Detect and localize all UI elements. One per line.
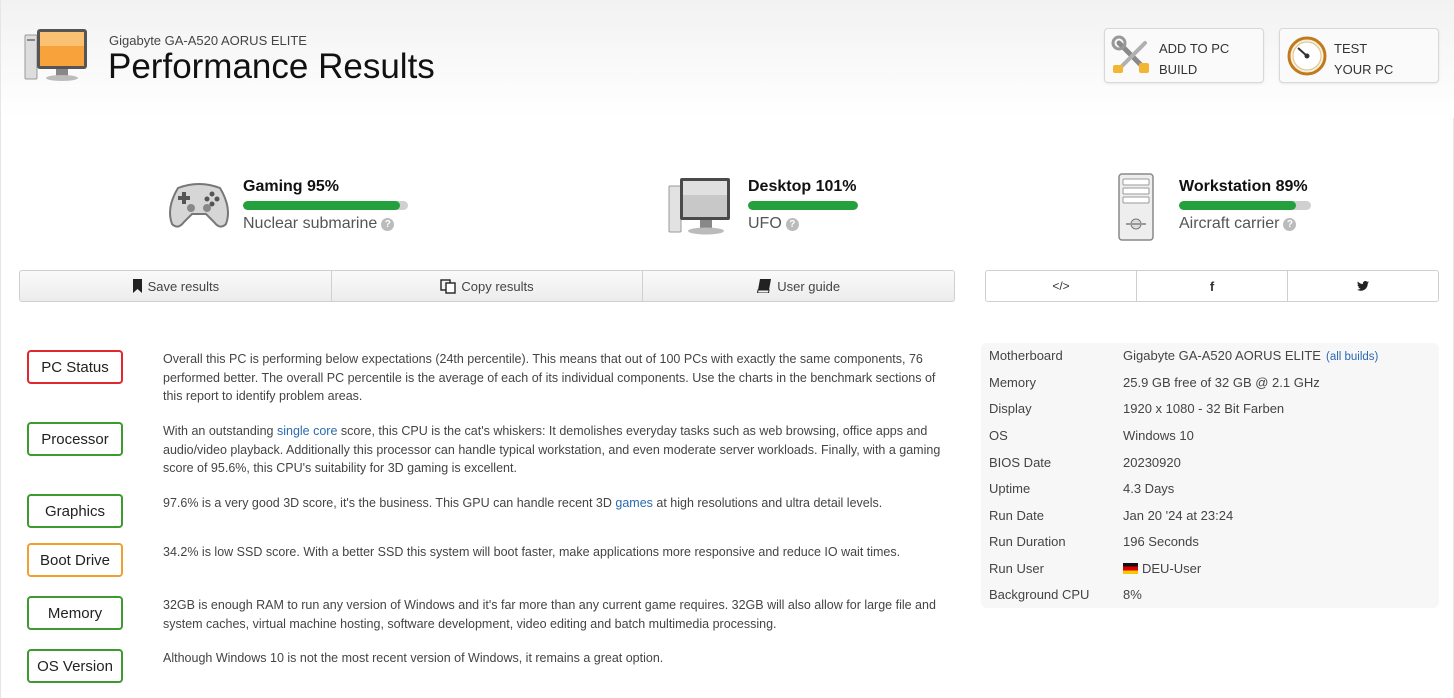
tools-icon bbox=[1111, 35, 1149, 73]
desktop-score-label: Desktop 101% bbox=[748, 178, 857, 195]
processor-text-before: With an outstanding bbox=[163, 424, 277, 438]
desktop-score-desc-text: UFO bbox=[748, 215, 782, 232]
gaming-score: Gaming 95% Nuclear submarine? bbox=[164, 170, 424, 240]
desktop-score-bar bbox=[748, 201, 858, 210]
page: Gigabyte GA-A520 AORUS ELITE Performance… bbox=[0, 0, 1454, 698]
workstation-score-label: Workstation 89% bbox=[1179, 178, 1308, 195]
os-version-badge[interactable]: OS Version bbox=[27, 649, 123, 683]
spec-value: 1920 x 1080 - 32 Bit Farben bbox=[1123, 401, 1285, 416]
embed-code-icon: </> bbox=[1052, 279, 1070, 293]
user-guide-label: User guide bbox=[777, 278, 841, 294]
spec-value: DEU-User bbox=[1142, 561, 1202, 576]
spec-value: 8% bbox=[1123, 587, 1142, 602]
spec-value: 4.3 Days bbox=[1123, 481, 1175, 496]
spec-key: Run User bbox=[989, 561, 1044, 576]
spec-value: 20230920 bbox=[1123, 455, 1181, 470]
system-specs-panel: Motherboard Gigabyte GA-A520 AORUS ELITE… bbox=[981, 343, 1439, 608]
single-core-link[interactable]: single core bbox=[277, 424, 337, 438]
facebook-share-button[interactable]: f bbox=[1137, 271, 1288, 301]
desktop-score: Desktop 101% UFO? bbox=[668, 170, 888, 240]
os-version-text: Although Windows 10 is not the most rece… bbox=[163, 651, 664, 665]
gaming-score-bar-fill bbox=[243, 201, 400, 210]
graphics-text-before: 97.6% is a very good 3D score, it's the … bbox=[163, 496, 616, 510]
de-flag-icon bbox=[1123, 563, 1138, 574]
graphics-text-after: at high resolutions and ultra detail lev… bbox=[652, 496, 883, 510]
workstation-score-bar bbox=[1179, 201, 1311, 210]
workstation-score-desc: Aircraft carrier? bbox=[1179, 215, 1297, 233]
spec-key: Display bbox=[989, 401, 1032, 416]
spec-value: Windows 10 bbox=[1123, 428, 1194, 443]
save-results-button[interactable]: Save results bbox=[20, 271, 332, 301]
copy-icon bbox=[440, 278, 457, 294]
add-button-line1: ADD TO PC bbox=[1159, 41, 1230, 56]
gaming-score-desc-text: Nuclear submarine bbox=[243, 215, 378, 232]
spec-key: BIOS Date bbox=[989, 455, 1052, 470]
copy-results-label: Copy results bbox=[461, 278, 534, 294]
help-icon[interactable]: ? bbox=[785, 218, 799, 231]
spec-key: Motherboard bbox=[989, 348, 1063, 363]
games-link[interactable]: games bbox=[615, 496, 653, 510]
all-builds-link[interactable]: (all builds) bbox=[1326, 351, 1378, 363]
spec-key: Run Date bbox=[989, 508, 1044, 523]
memory-badge[interactable]: Memory bbox=[27, 596, 123, 630]
results-action-bar: Save results Copy results User guide bbox=[19, 270, 955, 302]
gaming-score-desc: Nuclear submarine? bbox=[243, 215, 395, 233]
boot-drive-badge[interactable]: Boot Drive bbox=[27, 543, 123, 577]
facebook-icon: f bbox=[1209, 278, 1215, 294]
pc-status-text: Overall this PC is performing below expe… bbox=[163, 352, 936, 403]
desktop-score-desc: UFO? bbox=[748, 215, 799, 233]
spec-value: 25.9 GB free of 32 GB @ 2.1 GHz bbox=[1123, 375, 1320, 390]
spec-key: Memory bbox=[989, 375, 1036, 390]
help-icon[interactable]: ? bbox=[1283, 218, 1297, 231]
processor-badge[interactable]: Processor bbox=[27, 422, 123, 456]
spec-key: Uptime bbox=[989, 481, 1031, 496]
spec-key: OS bbox=[989, 428, 1008, 443]
workstation-score-bar-fill bbox=[1179, 201, 1297, 210]
boot-drive-text: 34.2% is low SSD score. With a better SS… bbox=[163, 545, 901, 559]
graphics-badge[interactable]: Graphics bbox=[27, 494, 123, 528]
test-your-pc-button[interactable]: TEST YOUR PC bbox=[1279, 28, 1439, 83]
test-button-line2: YOUR PC bbox=[1334, 62, 1394, 77]
desktop-score-bar-fill bbox=[748, 201, 858, 210]
spec-key: Background CPU bbox=[989, 587, 1090, 602]
share-bar: </> f bbox=[985, 270, 1439, 302]
spec-value: 196 Seconds bbox=[1123, 534, 1199, 549]
gaming-score-bar bbox=[243, 201, 408, 210]
save-results-label: Save results bbox=[147, 278, 220, 294]
memory-text: 32GB is enough RAM to run any version of… bbox=[163, 598, 936, 631]
spec-value: Jan 20 '24 at 23:24 bbox=[1123, 508, 1234, 523]
add-to-pc-build-button[interactable]: ADD TO PC BUILD bbox=[1104, 28, 1264, 83]
gamepad-icon bbox=[169, 183, 229, 228]
graphics-text: 97.6% is a very good 3D score, it's the … bbox=[163, 494, 948, 513]
workstation-score-desc-text: Aircraft carrier bbox=[1179, 215, 1280, 232]
test-button-line1: TEST bbox=[1334, 41, 1368, 56]
twitter-icon bbox=[1357, 281, 1369, 291]
page-title: Performance Results bbox=[108, 47, 435, 86]
gauge-icon bbox=[1287, 36, 1327, 76]
twitter-share-button[interactable] bbox=[1288, 271, 1438, 301]
motherboard-subtitle: Gigabyte GA-A520 AORUS ELITE bbox=[109, 33, 307, 48]
spec-value: Gigabyte GA-A520 AORUS ELITE bbox=[1123, 348, 1321, 363]
gaming-score-label: Gaming 95% bbox=[243, 178, 340, 195]
desktop-icon bbox=[668, 178, 730, 235]
bookmark-icon bbox=[132, 279, 142, 293]
add-button-line2: BUILD bbox=[1159, 62, 1198, 77]
monitor-logo-icon bbox=[24, 29, 87, 81]
copy-results-button[interactable]: Copy results bbox=[332, 271, 644, 301]
workstation-score: Workstation 89% Aircraft carrier? bbox=[1116, 170, 1356, 241]
user-guide-button[interactable]: User guide bbox=[643, 271, 954, 301]
book-icon bbox=[757, 279, 772, 293]
embed-code-button[interactable]: </> bbox=[986, 271, 1137, 301]
help-icon[interactable]: ? bbox=[381, 218, 395, 231]
tower-icon bbox=[1118, 173, 1154, 241]
processor-text: With an outstanding single core score, t… bbox=[163, 422, 948, 478]
spec-key: Run Duration bbox=[989, 534, 1066, 549]
pc-status-badge[interactable]: PC Status bbox=[27, 350, 123, 384]
